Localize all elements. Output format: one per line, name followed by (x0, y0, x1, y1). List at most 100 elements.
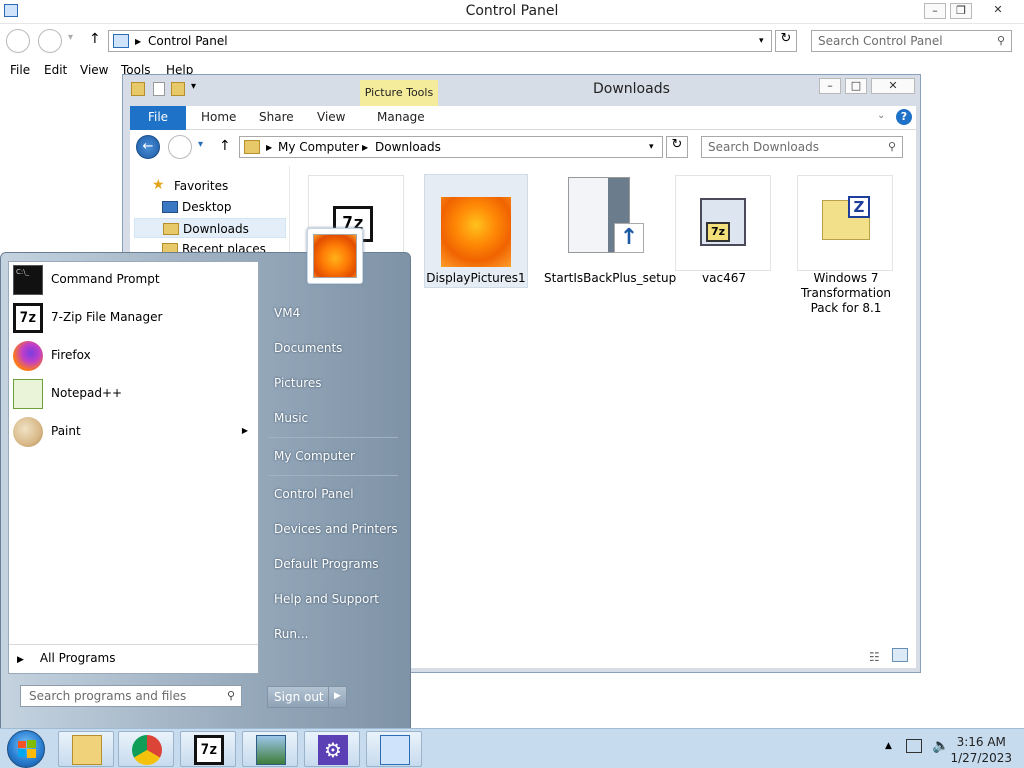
quick-access-dropdown-icon[interactable]: ▾ (191, 81, 196, 92)
user-picture[interactable] (307, 228, 363, 284)
close-button[interactable]: ✕ (976, 3, 1020, 19)
breadcrumb-my-computer[interactable]: My Computer (278, 140, 359, 154)
breadcrumb-chevron-icon[interactable]: ▶ (266, 143, 272, 152)
program-notepad-plus-plus[interactable]: Notepad++ (9, 376, 258, 412)
search-icon[interactable]: ⚲ (888, 140, 896, 153)
search-icon[interactable]: ⚲ (997, 34, 1005, 47)
menu-edit[interactable]: Edit (44, 63, 67, 77)
taskbar-file-explorer[interactable] (58, 731, 114, 767)
details-view-icon[interactable]: ☷ (869, 650, 880, 664)
nav-downloads[interactable]: Downloads (134, 218, 286, 238)
taskbar-picture-viewer[interactable] (242, 731, 298, 767)
submenu-arrow-icon[interactable]: ▶ (242, 426, 248, 435)
start-menu: C:\_ Command Prompt 7z 7-Zip File Manage… (0, 228, 411, 729)
start-item-music[interactable]: Music (274, 411, 308, 425)
breadcrumb-chevron-icon[interactable]: ▶ (362, 143, 368, 152)
picture-viewer-icon (256, 735, 286, 765)
start-item-documents[interactable]: Documents (274, 341, 342, 355)
7zip-installer-icon: 7z (675, 175, 771, 271)
start-search-input[interactable]: Search programs and files ⚲ (20, 685, 242, 707)
breadcrumb-downloads[interactable]: Downloads (375, 140, 441, 154)
help-icon[interactable]: ? (896, 109, 912, 125)
command-prompt-icon: C:\_ (13, 265, 43, 295)
start-item-help-and-support[interactable]: Help and Support (274, 592, 379, 606)
recent-pages-icon[interactable]: ▾ (198, 139, 203, 150)
menu-view[interactable]: View (80, 63, 108, 77)
shutdown-options-arrow-icon[interactable]: ▶ (328, 687, 346, 707)
program-7zip[interactable]: 7z 7-Zip File Manager (9, 300, 258, 336)
sign-out-label: Sign out (274, 690, 324, 704)
forward-button[interactable] (168, 135, 192, 159)
search-input[interactable]: Search Downloads ⚲ (701, 136, 903, 158)
installer-icon: ↑ (552, 175, 648, 271)
chevron-down-icon[interactable]: ▾ (649, 142, 654, 152)
volume-icon[interactable]: 🔈 (932, 738, 949, 754)
refresh-button[interactable]: ↻ (775, 30, 797, 52)
start-item-user-folder[interactable]: VM4 (274, 306, 300, 320)
taskbar-settings[interactable]: ⚙ (304, 731, 360, 767)
minimize-button[interactable]: – (819, 78, 841, 94)
folder-icon (131, 82, 145, 96)
back-button[interactable]: ← (136, 135, 160, 159)
start-item-my-computer[interactable]: My Computer (274, 449, 355, 463)
start-button[interactable] (7, 730, 45, 768)
properties-icon[interactable] (153, 82, 165, 96)
search-input[interactable]: Search Control Panel ⚲ (811, 30, 1012, 52)
windows-logo-icon (18, 740, 36, 758)
start-item-run[interactable]: Run... (274, 627, 308, 641)
program-paint[interactable]: Paint ▶ (9, 414, 258, 450)
show-hidden-icons-icon[interactable]: ▲ (885, 741, 892, 751)
folder-icon (244, 140, 260, 154)
network-icon[interactable] (906, 739, 922, 753)
tab-share[interactable]: Share (259, 110, 294, 124)
address-bar[interactable]: ▶ Control Panel ▾ (108, 30, 772, 52)
taskbar-control-panel[interactable] (366, 731, 422, 767)
start-item-pictures[interactable]: Pictures (274, 376, 322, 390)
breadcrumb-chevron-icon[interactable]: ▶ (135, 37, 141, 46)
sign-out-button[interactable]: Sign out ▶ (267, 686, 347, 708)
tab-file[interactable]: File (130, 106, 186, 130)
taskbar-7zip[interactable]: 7z (180, 731, 236, 767)
all-programs-button[interactable]: ▶ All Programs (17, 651, 257, 665)
chevron-down-icon[interactable]: ▾ (759, 36, 764, 46)
tab-manage[interactable]: Manage (377, 110, 425, 124)
program-firefox[interactable]: Firefox (9, 338, 258, 374)
divider (268, 475, 398, 476)
file-name: vac467 (702, 271, 746, 285)
paint-icon (13, 417, 43, 447)
start-item-default-programs[interactable]: Default Programs (274, 557, 379, 571)
forward-button[interactable] (38, 29, 62, 53)
back-button[interactable] (6, 29, 30, 53)
tab-view[interactable]: View (317, 110, 345, 124)
control-panel-icon (380, 735, 410, 765)
up-arrow-icon[interactable]: ↑ (219, 138, 231, 154)
file-name: DisplayPictures1 (426, 271, 526, 285)
refresh-button[interactable]: ↻ (666, 136, 688, 158)
nav-favorites[interactable]: ★ Favorites (134, 176, 286, 196)
minimize-button[interactable]: – (924, 3, 946, 19)
program-command-prompt[interactable]: C:\_ Command Prompt (9, 262, 258, 298)
breadcrumb-item[interactable]: Control Panel (148, 34, 228, 48)
nav-desktop[interactable]: Desktop (134, 197, 286, 217)
control-panel-icon (113, 34, 129, 48)
address-bar[interactable]: ▶ My Computer ▶ Downloads ▾ (239, 136, 663, 158)
start-item-control-panel[interactable]: Control Panel (274, 487, 354, 501)
restore-button[interactable]: ❐ (950, 3, 972, 19)
up-arrow-icon[interactable]: ↑ (89, 31, 101, 47)
clock[interactable]: 3:16 AM 1/27/2023 (950, 734, 1012, 766)
search-icon[interactable]: ⚲ (227, 689, 235, 702)
new-folder-icon[interactable] (171, 82, 185, 96)
large-icons-view-icon[interactable] (892, 648, 908, 662)
nav-label: Downloads (183, 222, 249, 236)
expand-ribbon-icon[interactable]: ⌄ (877, 110, 885, 121)
file-name: StartIsBackPlus_setup (544, 271, 677, 285)
recent-pages-icon[interactable]: ▾ (68, 32, 73, 43)
maximize-button[interactable]: □ (845, 78, 867, 94)
clock-time: 3:16 AM (956, 735, 1006, 749)
tab-home[interactable]: Home (201, 110, 236, 124)
taskbar-chrome[interactable] (118, 731, 174, 767)
star-icon: ★ (152, 177, 165, 193)
close-button[interactable]: ✕ (871, 78, 915, 94)
start-item-devices-and-printers[interactable]: Devices and Printers (274, 522, 398, 536)
menu-file[interactable]: File (10, 63, 30, 77)
